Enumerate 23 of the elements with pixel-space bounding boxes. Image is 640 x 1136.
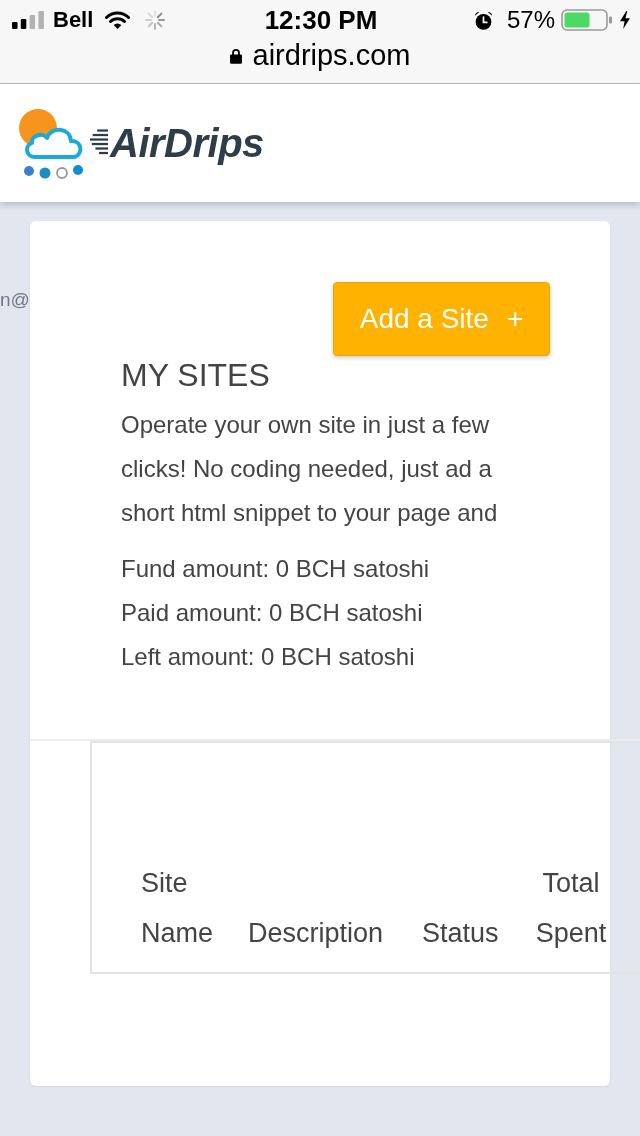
column-header: Description xyxy=(248,917,385,950)
lightning-bolt-icon xyxy=(620,11,630,29)
logo-text[interactable]: AirDrips xyxy=(110,120,264,166)
amount-text: Paid amount: 0 BCH satoshi xyxy=(121,598,424,628)
url-text[interactable]: airdrips.com xyxy=(252,39,411,72)
speed-lines-icon xyxy=(90,129,108,155)
column-header: Site Name xyxy=(141,867,215,950)
wifi-icon xyxy=(105,11,131,29)
battery-icon xyxy=(561,9,613,31)
side-menu-text: n@ xyxy=(0,288,30,312)
lock-icon xyxy=(229,47,242,64)
clock-time: 12:30 PM xyxy=(264,4,378,36)
signal-icon xyxy=(12,11,44,29)
alarm-clock-icon xyxy=(473,10,493,30)
description-text: Operate your own site in just a few clicks! No coding needed, just ad a short html snippet to your page and xyxy=(121,410,499,528)
section-title: MY SITES xyxy=(121,357,271,393)
carrier-name: Bell xyxy=(53,7,94,33)
amount-text: Fund amount: 0 BCH satoshi xyxy=(121,554,431,584)
column-header: Status xyxy=(422,917,500,950)
amount-text: Left amount: 0 BCH satoshi xyxy=(121,642,416,672)
spinner-icon xyxy=(145,10,166,30)
column-header: Total Spent xyxy=(534,867,608,950)
battery-percent: 57% xyxy=(506,6,555,34)
